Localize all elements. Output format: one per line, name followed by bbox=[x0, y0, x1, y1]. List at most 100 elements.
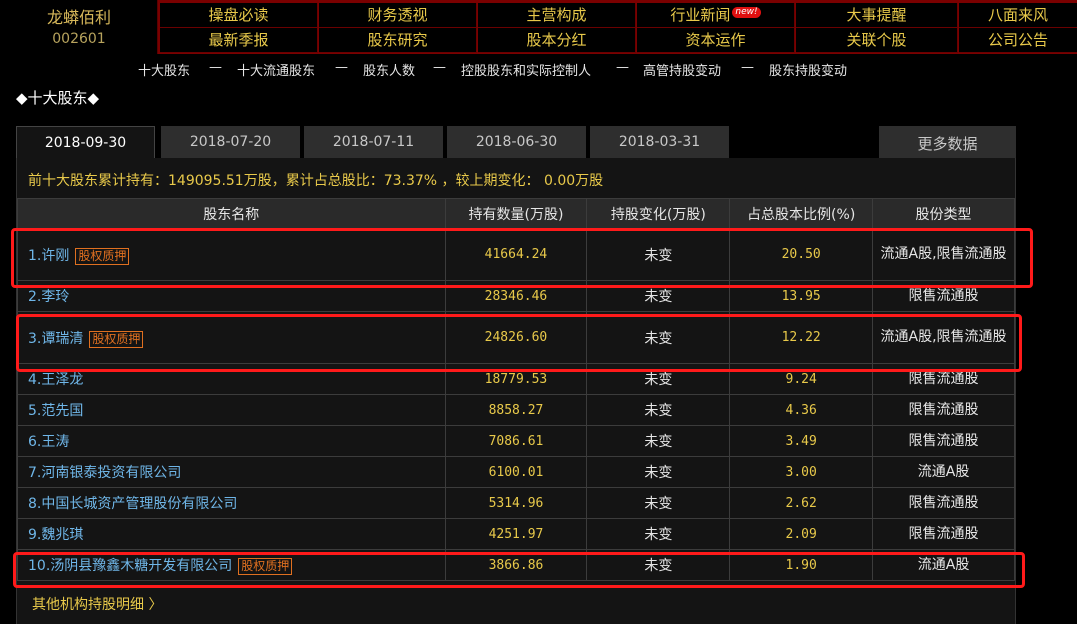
nav-item-label: 行业新闻 bbox=[670, 6, 731, 24]
column-header: 股份类型 bbox=[872, 198, 1015, 229]
nav-item[interactable]: 主营构成 bbox=[478, 3, 636, 28]
holder-name-link[interactable]: 2.李玲 bbox=[28, 289, 69, 305]
table-row: 9.魏兆琪 4251.97 未变 2.09 限售流通股 bbox=[17, 518, 1015, 550]
nav-item[interactable]: 大事提醒 bbox=[796, 3, 958, 28]
tab-date[interactable]: 2018-07-11 bbox=[304, 126, 443, 158]
nav-item[interactable]: 财务透视 bbox=[319, 3, 477, 28]
subnav-link[interactable]: 股东人数 bbox=[363, 60, 415, 79]
subnav-separator: — bbox=[433, 60, 446, 75]
pledge-badge[interactable]: 股权质押 bbox=[89, 330, 144, 348]
holding-change: 未变 bbox=[586, 456, 731, 488]
column-header: 股东名称 bbox=[17, 198, 446, 229]
holder-name-cell: 1.许刚 股权质押 bbox=[17, 228, 446, 281]
subnav-link[interactable]: 高管持股变动 bbox=[643, 60, 721, 79]
column-header: 占总股本比例(%) bbox=[729, 198, 874, 229]
share-type: 限售流通股 bbox=[872, 518, 1015, 550]
holding-quantity: 18779.53 bbox=[444, 363, 588, 395]
holding-percent: 12.22 bbox=[729, 311, 874, 364]
holding-percent: 2.09 bbox=[729, 518, 874, 550]
holding-change: 未变 bbox=[586, 363, 731, 395]
other-institutions-link[interactable]: 其他机构持股明细 〉 bbox=[32, 594, 162, 614]
holder-name-link[interactable]: 7.河南银泰投资有限公司 bbox=[28, 465, 181, 481]
subnav-link[interactable]: 控股股东和实际控制人 bbox=[461, 60, 591, 79]
holder-name-cell: 9.魏兆琪 bbox=[17, 518, 446, 550]
holder-name-cell: 6.王涛 bbox=[17, 425, 446, 457]
holder-name-cell: 7.河南银泰投资有限公司 bbox=[17, 456, 446, 488]
stock-code: 002601 bbox=[52, 31, 106, 47]
holder-name-cell: 5.范先国 bbox=[17, 394, 446, 426]
nav-item[interactable]: 股东研究 bbox=[319, 28, 477, 53]
holding-change: 未变 bbox=[586, 311, 731, 364]
subnav-link[interactable]: 十大股东 bbox=[138, 60, 190, 79]
holding-quantity: 5314.96 bbox=[444, 487, 588, 519]
column-header: 持有数量(万股) bbox=[444, 198, 588, 229]
holding-percent: 3.49 bbox=[729, 425, 874, 457]
subnav-link[interactable]: 十大流通股东 bbox=[237, 60, 315, 79]
column-header: 持股变化(万股) bbox=[586, 198, 731, 229]
table-row: 8.中国长城资产管理股份有限公司 5314.96 未变 2.62 限售流通股 bbox=[17, 487, 1015, 519]
holder-name-cell: 8.中国长城资产管理股份有限公司 bbox=[17, 487, 446, 519]
holding-change: 未变 bbox=[586, 549, 731, 581]
holding-change: 未变 bbox=[586, 487, 731, 519]
holder-name-link[interactable]: 5.范先国 bbox=[28, 403, 83, 419]
table-row: 7.河南银泰投资有限公司 6100.01 未变 3.00 流通A股 bbox=[17, 456, 1015, 488]
holder-name-link[interactable]: 9.魏兆琪 bbox=[28, 527, 83, 543]
nav-item[interactable]: 操盘必读 bbox=[160, 3, 318, 28]
table-row: 6.王涛 7086.61 未变 3.49 限售流通股 bbox=[17, 425, 1015, 457]
holding-percent: 3.00 bbox=[729, 456, 874, 488]
holder-name-cell: 10.汤阴县豫鑫木糖开发有限公司 股权质押 bbox=[17, 549, 446, 581]
new-badge: new! bbox=[732, 7, 761, 18]
nav-item[interactable]: 股本分红 bbox=[478, 28, 636, 53]
holding-percent: 13.95 bbox=[729, 280, 874, 312]
table-row: 10.汤阴县豫鑫木糖开发有限公司 股权质押 3866.86 未变 1.90 流通A… bbox=[17, 549, 1015, 581]
stock-name: 龙蟒佰利 bbox=[46, 8, 111, 27]
nav-item[interactable]: 最新季报 bbox=[160, 28, 318, 53]
holder-name-link[interactable]: 4.王泽龙 bbox=[28, 372, 83, 388]
holding-quantity: 3866.86 bbox=[444, 549, 588, 581]
tab-date[interactable]: 2018-09-30 bbox=[16, 126, 155, 158]
holding-change: 未变 bbox=[586, 228, 731, 281]
holder-name-link[interactable]: 1.许刚 bbox=[28, 248, 69, 264]
share-type: 流通A股 bbox=[872, 549, 1015, 581]
nav-item[interactable]: 公司公告 bbox=[959, 28, 1077, 53]
pledge-badge[interactable]: 股权质押 bbox=[75, 247, 130, 265]
holder-name-cell: 4.王泽龙 bbox=[17, 363, 446, 395]
pledge-badge[interactable]: 股权质押 bbox=[238, 558, 293, 575]
holding-change: 未变 bbox=[586, 280, 731, 312]
section-title: ◆十大股东◆ bbox=[16, 89, 100, 107]
holding-percent: 4.36 bbox=[729, 394, 874, 426]
top-holders-table: 股东名称 持有数量(万股) 持股变化(万股) 占总股本比例(%) 股份类型 1.… bbox=[17, 198, 1015, 581]
stock-info: 龙蟒佰利 002601 bbox=[0, 0, 158, 54]
subnav-separator: — bbox=[616, 60, 629, 75]
holding-quantity: 24826.60 bbox=[444, 311, 588, 364]
share-type: 流通A股 bbox=[872, 456, 1015, 488]
nav-item[interactable]: 关联个股 bbox=[796, 28, 958, 53]
holder-name-link[interactable]: 6.王涛 bbox=[28, 434, 69, 450]
tab-date[interactable]: 2018-06-30 bbox=[447, 126, 586, 158]
holder-name-link[interactable]: 3.谭瑞清 bbox=[28, 331, 83, 347]
holder-name-link[interactable]: 8.中国长城资产管理股份有限公司 bbox=[28, 496, 237, 512]
table-row: 4.王泽龙 18779.53 未变 9.24 限售流通股 bbox=[17, 363, 1015, 395]
nav-item[interactable]: 八面来风 bbox=[959, 3, 1077, 28]
tab-date[interactable]: 2018-07-20 bbox=[161, 126, 300, 158]
holding-percent: 2.62 bbox=[729, 487, 874, 519]
table-header-row: 股东名称 持有数量(万股) 持股变化(万股) 占总股本比例(%) 股份类型 bbox=[17, 198, 1015, 229]
share-type: 限售流通股 bbox=[872, 394, 1015, 426]
holder-name-link[interactable]: 10.汤阴县豫鑫木糖开发有限公司 bbox=[28, 558, 232, 574]
table-row: 1.许刚 股权质押 41664.24 未变 20.50 流通A股,限售流通股 bbox=[17, 228, 1015, 281]
holding-quantity: 4251.97 bbox=[444, 518, 588, 550]
more-data-button[interactable]: 更多数据 bbox=[879, 126, 1016, 158]
share-type: 流通A股,限售流通股 bbox=[872, 311, 1015, 364]
holder-name-cell: 2.李玲 bbox=[17, 280, 446, 312]
subnav-separator: — bbox=[335, 60, 348, 75]
tab-date[interactable]: 2018-03-31 bbox=[590, 126, 729, 158]
holding-quantity: 8858.27 bbox=[444, 394, 588, 426]
holding-percent: 9.24 bbox=[729, 363, 874, 395]
nav-item[interactable]: 资本运作 bbox=[637, 28, 795, 53]
holding-change: 未变 bbox=[586, 425, 731, 457]
nav-item-industry-news[interactable]: 行业新闻 new! bbox=[637, 3, 795, 28]
share-type: 限售流通股 bbox=[872, 487, 1015, 519]
holder-name-cell: 3.谭瑞清 股权质押 bbox=[17, 311, 446, 364]
share-type: 流通A股,限售流通股 bbox=[872, 228, 1015, 281]
subnav-link[interactable]: 股东持股变动 bbox=[769, 60, 847, 79]
